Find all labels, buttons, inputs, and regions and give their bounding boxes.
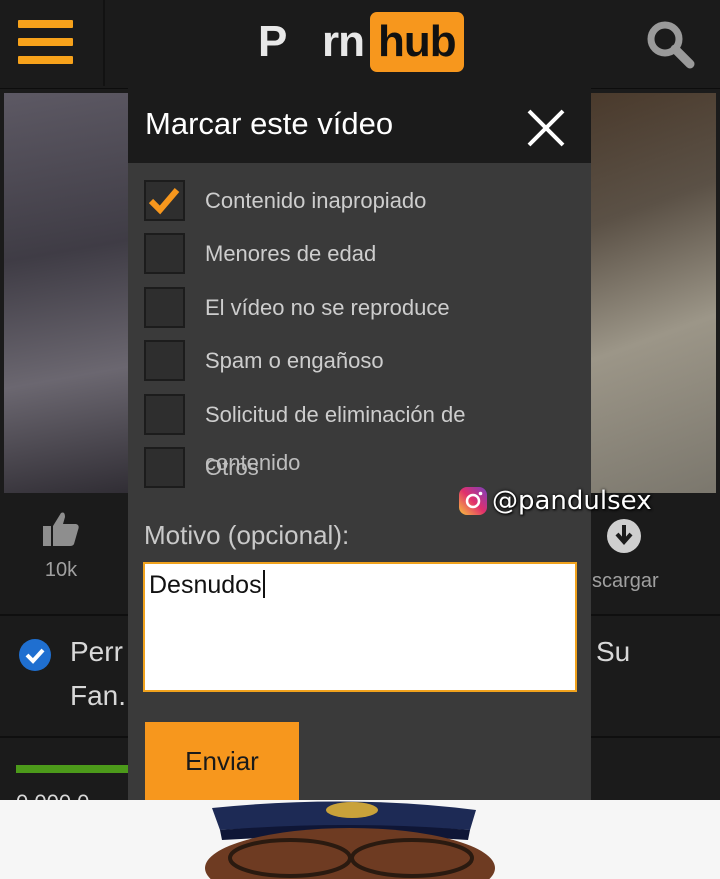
hamburger-line xyxy=(18,38,73,46)
modal-title: Marcar este vídeo xyxy=(145,106,394,141)
top-header: P rn hub xyxy=(0,0,720,89)
option-label: Contenido inapropiado xyxy=(205,188,427,213)
site-logo[interactable]: P rn hub xyxy=(258,10,464,74)
checkbox[interactable] xyxy=(144,287,185,328)
close-button[interactable] xyxy=(526,108,566,148)
logo-hub: hub xyxy=(370,12,464,72)
checkmark-icon xyxy=(148,188,180,215)
option-overflow-text: contenido xyxy=(205,450,301,475)
search-icon xyxy=(647,21,695,69)
rating-bar xyxy=(16,765,130,773)
download-label: scargar xyxy=(592,570,659,592)
text-caret xyxy=(262,570,265,598)
hamburger-line xyxy=(18,56,73,64)
instagram-watermark: @pandulsex xyxy=(458,484,652,518)
police-officer-meme-image xyxy=(0,800,720,879)
option-menores-de-edad[interactable]: Menores de edad xyxy=(144,233,584,277)
option-label: Solicitud de eliminación de xyxy=(205,402,466,427)
instagram-icon xyxy=(459,487,487,515)
hamburger-menu-icon xyxy=(18,20,73,28)
thumbs-up-icon xyxy=(43,512,79,546)
motivo-text: Desnudos xyxy=(149,571,262,599)
like-count: 10k xyxy=(44,559,78,581)
option-label: Spam o engañoso xyxy=(205,348,384,373)
search-button[interactable] xyxy=(640,14,700,74)
checkbox[interactable] xyxy=(144,233,185,274)
option-video-no-reproduce[interactable]: El vídeo no se reproduce xyxy=(144,287,584,331)
video-frame-right xyxy=(590,93,716,493)
option-label: Menores de edad xyxy=(205,241,377,266)
video-title-line2[interactable]: Fan. xyxy=(70,680,126,712)
option-contenido-inapropiado[interactable]: Contenido inapropiado xyxy=(144,180,584,224)
like-button[interactable]: 10k xyxy=(30,510,92,582)
hamburger-menu-button[interactable] xyxy=(0,0,105,86)
video-title-left[interactable]: Perr xyxy=(70,636,123,668)
option-spam[interactable]: Spam o engañoso xyxy=(144,340,584,384)
checkbox[interactable] xyxy=(144,447,185,488)
checkbox[interactable] xyxy=(144,394,185,435)
motivo-textarea[interactable]: Desnudos xyxy=(143,562,577,692)
logo-p: P xyxy=(258,17,288,66)
modal-header: Marcar este vídeo xyxy=(128,88,591,163)
option-label: El vídeo no se reproduce xyxy=(205,295,450,320)
verified-badge-icon xyxy=(19,639,51,671)
option-solicitud-eliminacion[interactable]: Solicitud de eliminación de xyxy=(144,394,584,438)
logo-rn: rn xyxy=(322,17,365,66)
video-title-right[interactable]: Su xyxy=(596,636,630,668)
motivo-label: Motivo (opcional): xyxy=(144,520,350,550)
watermark-handle: @pandulsex xyxy=(492,486,652,516)
report-video-modal: Marcar este vídeo Contenido inapropiado … xyxy=(128,88,591,800)
police-officer-illustration xyxy=(205,801,495,879)
checkbox-checked[interactable] xyxy=(144,180,185,221)
send-button[interactable]: Enviar xyxy=(145,722,299,800)
close-icon xyxy=(527,109,565,147)
checkbox[interactable] xyxy=(144,340,185,381)
video-frame-left xyxy=(4,93,134,493)
download-icon xyxy=(607,519,641,553)
